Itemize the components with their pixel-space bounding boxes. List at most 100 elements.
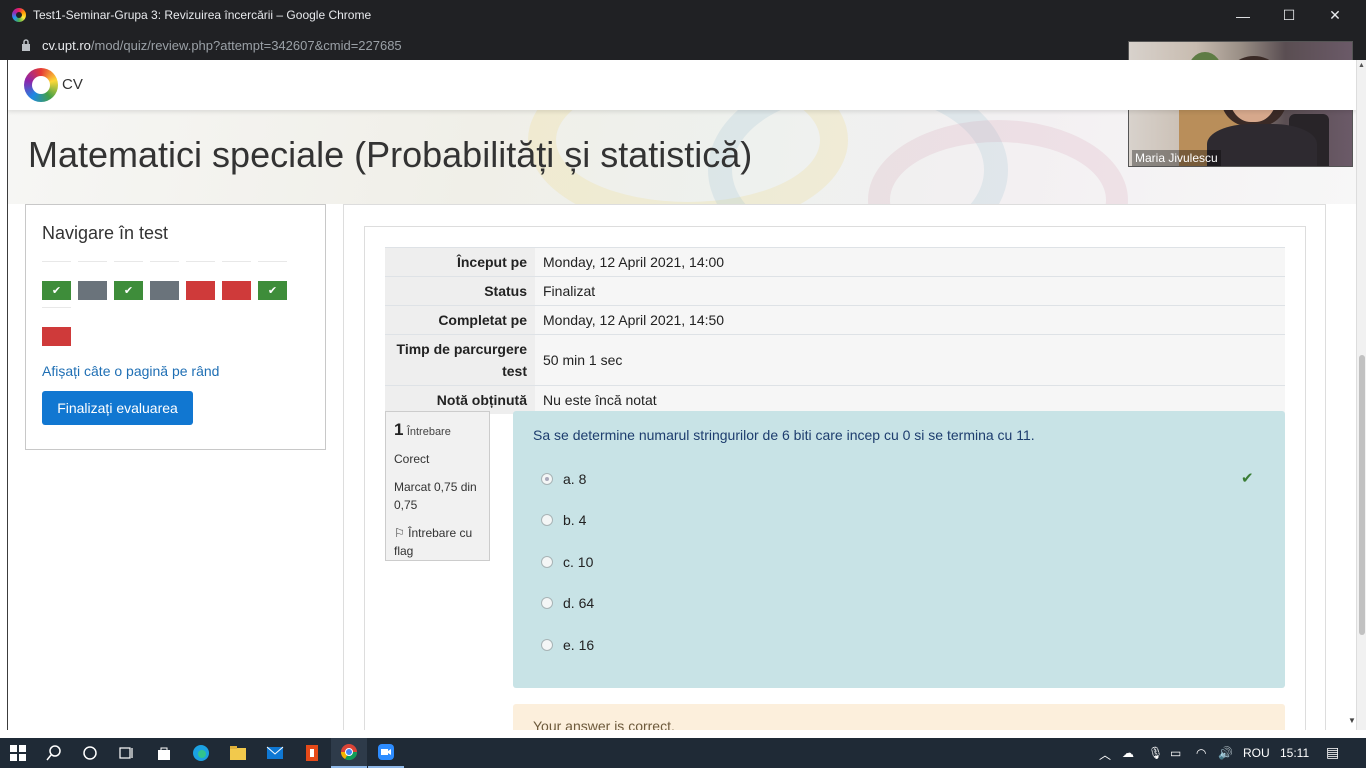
participant-video <box>1207 124 1317 166</box>
volume-icon[interactable]: 🔊 <box>1218 746 1233 760</box>
answer-radio[interactable] <box>541 556 553 568</box>
table-row: Completat pe Monday, 12 April 2021, 14:5… <box>385 305 1285 335</box>
question-grade: Marcat 0,75 din 0,75 <box>394 480 477 512</box>
url-host: cv.upt.ro <box>42 38 91 53</box>
answer-radio[interactable] <box>541 514 553 526</box>
quiz-nav-question-5[interactable] <box>186 261 215 301</box>
site-logo-text[interactable]: CV <box>62 76 83 93</box>
question-text: Sa se determine numarul stringurilor de … <box>533 427 1035 443</box>
question-state: Corect <box>394 452 430 466</box>
site-favicon-icon <box>12 8 26 22</box>
question-info: 1 Întrebare Corect Marcat 0,75 din 0,75 … <box>385 411 490 561</box>
answer-label: a. 8 <box>563 471 587 487</box>
site-logo-icon[interactable] <box>24 68 58 102</box>
minimize-button[interactable]: — <box>1220 0 1266 31</box>
answer-label: b. 4 <box>563 512 587 528</box>
answer-radio[interactable] <box>541 473 553 485</box>
file-explorer-icon[interactable] <box>220 738 256 768</box>
mail-icon[interactable] <box>257 738 293 768</box>
quiz-nav-question-3[interactable]: ✔ <box>114 261 143 301</box>
summary-value: Monday, 12 April 2021, 14:50 <box>535 305 1285 335</box>
answer-radio[interactable] <box>541 639 553 651</box>
summary-key: Completat pe <box>385 305 535 335</box>
attempt-summary-table: Început pe Monday, 12 April 2021, 14:00 … <box>385 247 1285 414</box>
show-one-page-link[interactable]: Afișați câte o pagină pe rând <box>42 363 219 379</box>
wifi-icon[interactable]: ◠ <box>1196 746 1206 760</box>
page-scrollbar[interactable]: ▲ <box>1356 60 1366 730</box>
summary-key: Început pe <box>385 247 535 277</box>
cortana-icon[interactable] <box>72 738 108 768</box>
task-view-icon[interactable] <box>108 738 144 768</box>
scrollbar-thumb[interactable] <box>1359 355 1365 635</box>
quiz-navigation-heading: Navigare în test <box>42 223 169 243</box>
table-row: Status Finalizat <box>385 276 1285 306</box>
question-number: 1 <box>394 420 404 439</box>
microphone-icon[interactable]: 🎙 <box>1148 746 1163 760</box>
answer-option[interactable]: c. 10 <box>541 554 593 570</box>
onedrive-icon[interactable]: ☁ <box>1122 746 1134 760</box>
start-button[interactable] <box>0 738 36 768</box>
quiz-nav-question-6[interactable] <box>222 261 251 301</box>
quiz-nav-question-1[interactable]: ✔ <box>42 261 71 301</box>
clock[interactable]: 15:11 <box>1280 746 1309 760</box>
summary-value: 50 min 1 sec <box>535 334 1285 386</box>
summary-key: Notă obținută <box>385 385 535 414</box>
answer-feedback: Your answer is correct. <box>513 704 1285 730</box>
summary-key: Timp de parcurgere test <box>385 334 535 386</box>
chrome-taskbar-icon[interactable] <box>331 738 367 768</box>
participant-name: Maria Jivulescu <box>1132 150 1221 166</box>
quiz-navigation-block: Navigare în test ✔ ✔ ✔ Afișați câte o pa… <box>25 204 326 450</box>
zoom-taskbar-icon[interactable] <box>368 738 404 768</box>
site-navbar: CV <box>8 60 1356 110</box>
quiz-nav-question-2[interactable] <box>78 261 107 301</box>
close-button[interactable]: ✕ <box>1312 0 1358 31</box>
maximize-button[interactable]: ☐ <box>1266 0 1312 31</box>
course-title: Matematici speciale (Probabilități și st… <box>28 134 753 175</box>
question-content: Sa se determine numarul stringurilor de … <box>513 411 1285 688</box>
check-icon: ✔ <box>42 281 71 300</box>
url-path: /mod/quiz/review.php?attempt=342607&cmid… <box>90 38 402 53</box>
check-icon: ✔ <box>258 281 287 300</box>
url-text[interactable]: cv.upt.ro/mod/quiz/review.php?attempt=34… <box>42 38 402 53</box>
summary-value: Finalizat <box>535 276 1285 306</box>
quiz-nav-question-8[interactable] <box>42 307 71 347</box>
scroll-up-icon[interactable]: ▲ <box>1358 62 1365 69</box>
feedback-text: Your answer is correct. <box>533 718 675 730</box>
summary-key: Status <box>385 276 535 306</box>
notifications-icon[interactable]: ▤ <box>1326 744 1339 761</box>
flag-question-label: Întrebare cu flag <box>394 526 473 558</box>
review-container: Început pe Monday, 12 April 2021, 14:00 … <box>364 226 1306 730</box>
answer-radio[interactable] <box>541 597 553 609</box>
answer-option[interactable]: b. 4 <box>541 512 586 528</box>
finish-review-button[interactable]: Finalizați evaluarea <box>42 391 193 425</box>
table-row: Început pe Monday, 12 April 2021, 14:00 <box>385 247 1285 277</box>
battery-icon[interactable]: ▭ <box>1170 746 1181 760</box>
store-icon[interactable] <box>146 738 182 768</box>
quiz-nav-question-7[interactable]: ✔ <box>258 261 287 301</box>
answer-label: d. 64 <box>563 595 595 611</box>
summary-value: Monday, 12 April 2021, 14:00 <box>535 247 1285 277</box>
window-title: Test1-Seminar-Grupa 3: Revizuirea încerc… <box>33 8 372 22</box>
table-row: Notă obținută Nu este încă notat <box>385 385 1285 414</box>
answer-label: c. 10 <box>563 554 594 570</box>
show-hidden-icons-icon[interactable]: ︿ <box>1099 746 1111 763</box>
check-icon: ✔ <box>114 281 143 300</box>
answer-option[interactable]: a. 8 <box>541 471 586 487</box>
answer-option[interactable]: e. 16 <box>541 637 594 653</box>
main-region: Început pe Monday, 12 April 2021, 14:00 … <box>343 204 1326 730</box>
office-icon[interactable] <box>294 738 330 768</box>
scroll-down-icon[interactable]: ▼ <box>1348 716 1356 725</box>
question-label: Întrebare <box>406 426 451 438</box>
flag-question-toggle[interactable]: ⚐ Întrebare cu flag <box>394 524 481 560</box>
language-indicator[interactable]: ROU <box>1243 746 1270 760</box>
windows-icon <box>10 745 26 761</box>
answer-option[interactable]: d. 64 <box>541 595 594 611</box>
table-row: Timp de parcurgere test 50 min 1 sec <box>385 334 1285 386</box>
answer-label: e. 16 <box>563 637 595 653</box>
quiz-nav-question-4[interactable] <box>150 261 179 301</box>
edge-icon[interactable] <box>183 738 219 768</box>
search-icon[interactable] <box>36 738 72 768</box>
browser-title-bar: Test1-Seminar-Grupa 3: Revizuirea încerc… <box>0 0 1366 31</box>
flag-icon: ⚐ <box>394 526 405 540</box>
lock-icon <box>22 39 30 51</box>
